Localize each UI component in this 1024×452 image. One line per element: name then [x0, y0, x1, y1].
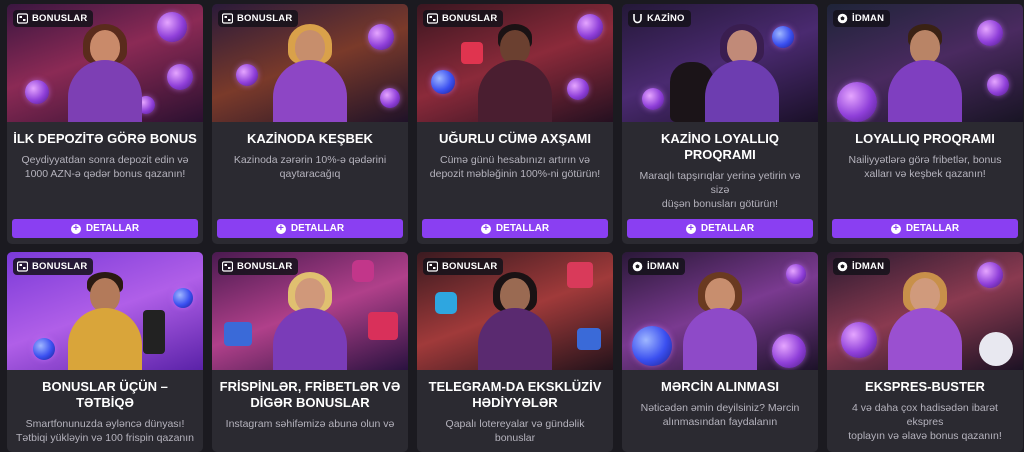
category-badge: BONUSLAR: [13, 10, 94, 27]
promo-card-first-deposit[interactable]: BONUSLAR İLK DEPOZİTƏ GÖRƏ BONUS Qeydiyy…: [7, 4, 203, 244]
bonus-box-icon: [427, 13, 438, 24]
category-label: BONUSLAR: [32, 13, 88, 24]
promo-description: Qapalı lotereyalar və gündəlik bonuslar: [445, 418, 585, 444]
promo-description: Nəticədən əmin deyilsiniz? Mərcin alınmas…: [640, 402, 800, 428]
category-badge: İDMAN: [628, 258, 686, 275]
promo-image: BONUSLAR: [7, 252, 203, 370]
soccer-ball-icon: [837, 261, 848, 272]
promo-image: İDMAN: [827, 4, 1023, 122]
bonus-box-icon: [17, 13, 28, 24]
promo-description: Qeydiyyatdan sonra depozit edin və 1000 A…: [21, 154, 189, 180]
bonus-box-icon: [222, 13, 233, 24]
category-badge: KAZİNO: [628, 10, 691, 27]
promo-card-lucky-thursday[interactable]: BONUSLAR UĞURLU CÜMƏ AXŞAMI Cümə günü he…: [417, 4, 613, 244]
details-button[interactable]: + DETALLAR: [217, 219, 403, 238]
promo-card-cashout[interactable]: İDMAN MƏRCİN ALINMASI Nəticədən əmin dey…: [622, 252, 818, 452]
category-label: BONUSLAR: [442, 261, 498, 272]
plus-icon: +: [480, 223, 491, 234]
category-badge: BONUSLAR: [218, 10, 299, 27]
promo-title: UĞURLU CÜMƏ AXŞAMI: [439, 131, 591, 146]
promo-title: KAZİNODA KEŞBEK: [247, 131, 373, 146]
soccer-ball-icon: [837, 13, 848, 24]
promo-description: Maraqlı tapşırıqlar yerinə yetirin və si…: [639, 170, 801, 210]
soccer-ball-icon: [632, 261, 643, 272]
promo-image: İDMAN: [827, 252, 1023, 370]
bonus-box-icon: [222, 261, 233, 272]
category-badge: BONUSLAR: [13, 258, 94, 275]
category-label: BONUSLAR: [32, 261, 88, 272]
horseshoe-icon: [632, 13, 643, 24]
plus-icon: +: [890, 223, 901, 234]
bonus-box-icon: [427, 261, 438, 272]
promo-card-casino-loyalty[interactable]: KAZİNO KAZİNO LOYALLIQ PROQRAMI Maraqlı …: [622, 4, 818, 244]
details-button[interactable]: + DETALLAR: [832, 219, 1018, 238]
promo-card-sport-loyalty[interactable]: İDMAN LOYALLIQ PROQRAMI Nailiyyətlərə gö…: [827, 4, 1023, 244]
promo-title: BONUSLAR ÜÇÜN – TƏTBİQƏ: [42, 379, 168, 410]
promo-title: MƏRCİN ALINMASI: [660, 379, 779, 394]
details-button[interactable]: + DETALLAR: [12, 219, 198, 238]
category-badge: BONUSLAR: [218, 258, 299, 275]
promo-title: LOYALLIQ PROQRAMI: [855, 131, 995, 146]
category-label: BONUSLAR: [442, 13, 498, 24]
plus-icon: +: [275, 223, 286, 234]
promo-image: BONUSLAR: [417, 4, 613, 122]
promo-card-telegram-gifts[interactable]: BONUSLAR TELEGRAM-DA EKSKLÜZİV HƏDİYYƏLƏR…: [417, 252, 613, 452]
plus-icon: +: [70, 223, 81, 234]
category-label: İDMAN: [852, 13, 885, 24]
promo-title: KAZİNO LOYALLIQ PROQRAMI: [661, 131, 779, 162]
plus-icon: +: [685, 223, 696, 234]
promo-title: FRİSPİNLƏR, FRİBETLƏR VƏ DİGƏR BONUSLAR: [219, 379, 401, 410]
category-badge: İDMAN: [833, 258, 891, 275]
category-badge: İDMAN: [833, 10, 891, 27]
category-badge: BONUSLAR: [423, 10, 504, 27]
promo-card-freespins[interactable]: BONUSLAR FRİSPİNLƏR, FRİBETLƏR VƏ DİGƏR B…: [212, 252, 408, 452]
promo-card-casino-cashback[interactable]: BONUSLAR KAZİNODA KEŞBEK Kazinoda zərəri…: [212, 4, 408, 244]
promo-description: Instagram səhifəmizə abunə olun və: [225, 418, 395, 430]
category-label: BONUSLAR: [237, 261, 293, 272]
category-label: BONUSLAR: [237, 13, 293, 24]
details-button[interactable]: + DETALLAR: [422, 219, 608, 238]
promo-image: BONUSLAR: [212, 252, 408, 370]
details-button[interactable]: + DETALLAR: [627, 219, 813, 238]
promo-description: Cümə günü hesabınızı artırın və depozit m…: [429, 154, 601, 180]
promo-title: TELEGRAM-DA EKSKLÜZİV HƏDİYYƏLƏR: [428, 379, 602, 410]
category-label: İDMAN: [852, 261, 885, 272]
promo-title: EKSPRES-BUSTER: [865, 379, 985, 394]
promo-title: İLK DEPOZİTƏ GÖRƏ BONUS: [13, 131, 197, 146]
promo-image: BONUSLAR: [417, 252, 613, 370]
promo-card-app-bonuses[interactable]: BONUSLAR BONUSLAR ÜÇÜN – TƏTBİQƏ Smartfo…: [7, 252, 203, 452]
promo-image: BONUSLAR: [7, 4, 203, 122]
promo-description: Nailiyyətlərə görə fribetlər, bonus xalla…: [848, 154, 1002, 180]
bonus-box-icon: [17, 261, 28, 272]
promo-image: BONUSLAR: [212, 4, 408, 122]
promo-image: İDMAN: [622, 252, 818, 370]
promo-card-express-buster[interactable]: İDMAN EKSPRES-BUSTER 4 və daha çox hadis…: [827, 252, 1023, 452]
promotions-grid: BONUSLAR İLK DEPOZİTƏ GÖRƏ BONUS Qeydiyy…: [0, 0, 1024, 452]
category-badge: BONUSLAR: [423, 258, 504, 275]
category-label: KAZİNO: [647, 13, 685, 24]
promo-description: Smartfonunuzda əyləncə dünyası! Tətbiqi y…: [15, 418, 195, 444]
promo-image: KAZİNO: [622, 4, 818, 122]
promo-description: Kazinoda zərərin 10%-ə qədərini qaytaraca…: [233, 154, 387, 180]
promo-description: 4 və daha çox hadisədən ibarət ekspres to…: [848, 402, 1002, 442]
category-label: İDMAN: [647, 261, 680, 272]
